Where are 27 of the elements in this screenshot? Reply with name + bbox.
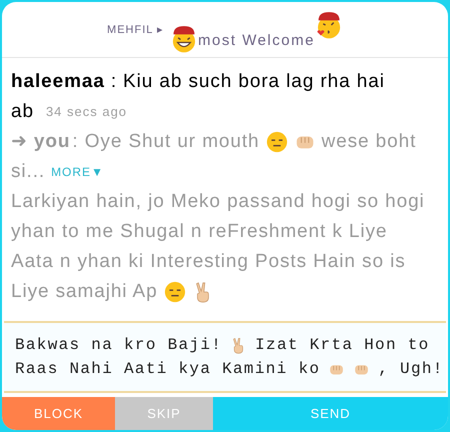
send-button[interactable]: SEND	[213, 397, 448, 430]
timestamp: 34 secs ago	[46, 103, 128, 121]
reply-text: : Oye Shut ur mouth	[72, 130, 260, 154]
typed-text: , Ugh!	[378, 359, 444, 380]
reply-text: si...	[11, 160, 46, 184]
about-text: yhan to me Shugal n reFreshment k Liye	[11, 220, 388, 244]
reply-text: wese boht	[322, 130, 416, 154]
about-text: Aata n yhan ki Interesting Posts Hain so is	[11, 250, 406, 274]
username[interactable]: haleemaa	[11, 67, 105, 97]
about-text: Larkiyan hain, jo Meko passand hogi so hogi	[11, 190, 425, 214]
message-field[interactable]: Bakwas na kro Baji! Izat Krta Hon to Raas Nahi Aati kya Kamini ko , Ugh!	[4, 321, 446, 393]
kissing-face-icon	[314, 10, 343, 38]
typed-text: Raas Nahi Aati kya Kamini ko	[15, 359, 320, 380]
message-text: ab	[11, 100, 34, 124]
face-icon	[266, 131, 288, 153]
message-text: Kiu ab such bora lag rha hai	[123, 70, 385, 94]
section-label: MEHFIL ▸	[107, 23, 164, 38]
header-title: most Welcome	[198, 31, 315, 51]
typed-text: Bakwas na kro Baji!	[15, 335, 222, 356]
face-icon	[164, 281, 186, 303]
more-link[interactable]: MORE▼	[51, 157, 104, 187]
about-text: Liye samajhi Ap	[11, 280, 158, 304]
block-button[interactable]: BLOCK	[2, 397, 115, 430]
reply-arrow: ➜	[11, 130, 28, 154]
reply-username: you	[34, 130, 70, 154]
typed-text: Izat Krta Hon to	[255, 335, 430, 356]
separator: :	[110, 70, 118, 94]
